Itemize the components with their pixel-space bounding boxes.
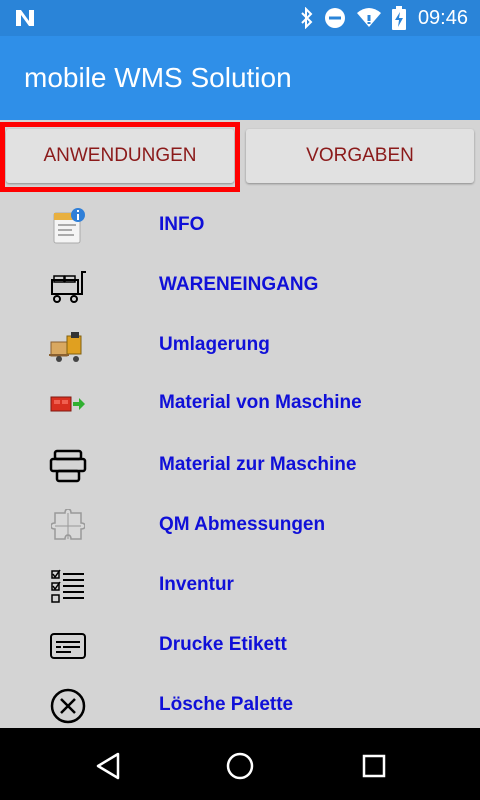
menu-item-umlagerung[interactable]: Umlagerung [0,316,480,374]
do-not-disturb-icon [324,8,345,28]
app-title: mobile WMS Solution [24,62,292,93]
machine-icon [46,446,90,486]
info-document-icon [46,206,90,246]
menu-item-label: Material zur Maschine [159,454,357,475]
menu-item-label: Drucke Etikett [159,634,287,655]
recents-icon[interactable] [356,748,392,784]
app-bar: mobile WMS Solution [0,36,480,120]
home-icon[interactable] [222,748,258,784]
battery-charging-icon [391,6,406,30]
status-bar: 09:46 [0,0,480,36]
selected-tab-highlight [0,122,240,192]
notification-n-icon [16,10,34,26]
menu-item-info[interactable]: INFO [0,196,480,254]
puzzle-icon [46,506,90,546]
menu-item-wareneingang[interactable]: WARENEINGANG [0,256,480,314]
forklift-icon [46,326,90,366]
menu-item-drucke-etikett[interactable]: Drucke Etikett [0,616,480,674]
status-time: 09:46 [417,6,468,29]
menu-item-qm-abmessungen[interactable]: QM Abmessungen [0,496,480,554]
menu-item-label: Lösche Palette [159,694,294,715]
menu-item-material-von-maschine[interactable]: Material von Maschine [0,374,480,432]
menu-item-loesche-palette[interactable]: Lösche Palette [0,676,480,734]
delete-circle-icon [46,686,90,726]
back-icon[interactable] [90,748,126,784]
navigation-bar [0,728,480,800]
menu-list: INFO WARENEINGANG Umlagerung Material vo… [0,194,480,728]
menu-item-label: Material von Maschine [159,392,362,413]
menu-item-label: Inventur [159,574,234,595]
wifi-icon [356,8,381,27]
label-icon [46,626,90,666]
cart-icon [46,266,90,306]
menu-item-label: Umlagerung [159,334,270,355]
menu-item-label: WARENEINGANG [159,274,319,295]
bluetooth-icon [301,7,313,29]
checklist-icon [46,566,90,606]
menu-item-label: QM Abmessungen [159,514,326,535]
menu-item-inventur[interactable]: Inventur [0,556,480,614]
menu-item-label: INFO [159,214,205,235]
material-from-machine-icon [46,384,90,424]
menu-item-material-zur-maschine[interactable]: Material zur Maschine [0,436,480,494]
tab-vorgaben[interactable]: VORGABEN [246,129,474,183]
status-icons: 09:46 [300,6,468,30]
